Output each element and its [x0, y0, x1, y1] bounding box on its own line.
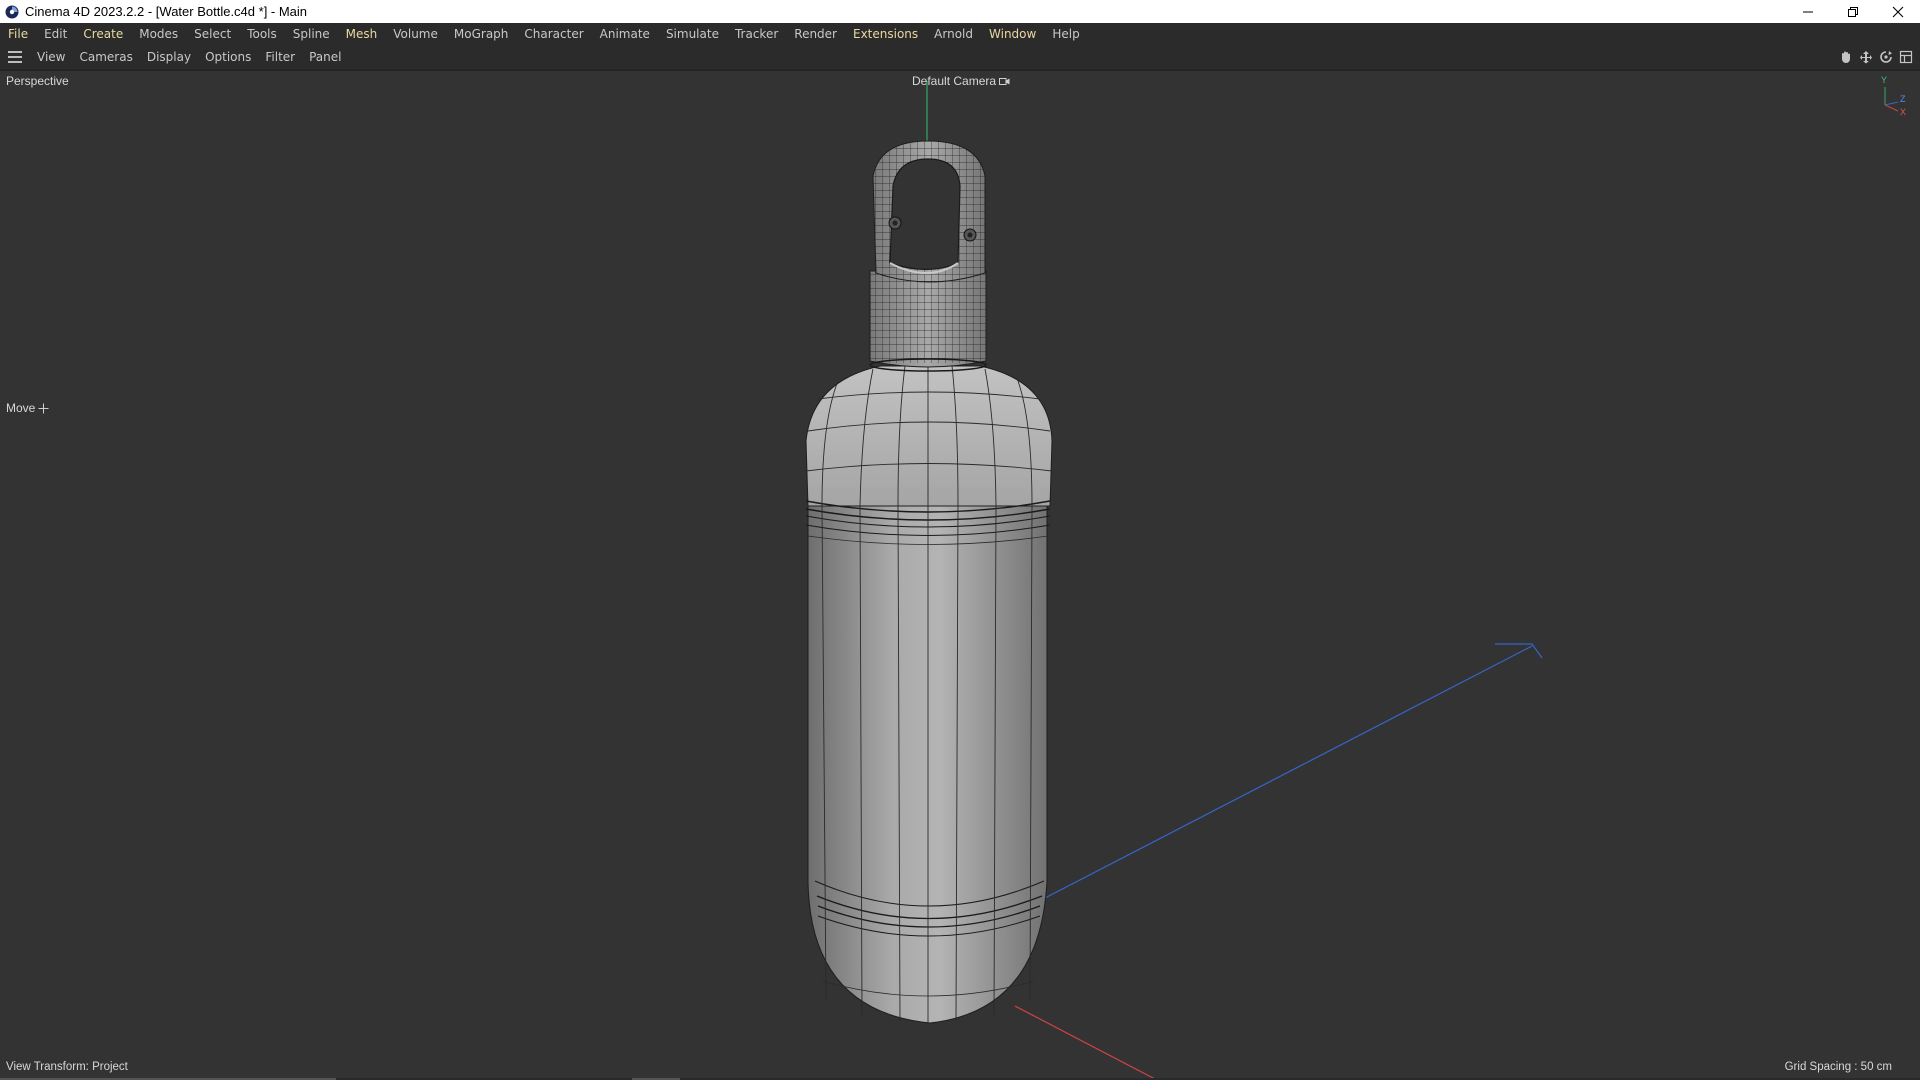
axis-label-x: X: [1900, 107, 1907, 117]
world-axis-z: [1044, 645, 1533, 899]
minimize-button[interactable]: [1785, 0, 1830, 23]
menu-tracker[interactable]: Tracker: [727, 23, 786, 45]
menu-tools[interactable]: Tools: [239, 23, 285, 45]
menu-extensions[interactable]: Extensions: [845, 23, 926, 45]
menu-file[interactable]: File: [0, 23, 36, 45]
grid-spacing-label: Grid Spacing : 50 cm: [1784, 1061, 1892, 1073]
window-title: Cinema 4D 2023.2.2 - [Water Bottle.c4d *…: [25, 4, 308, 19]
menu-simulate[interactable]: Simulate: [658, 23, 727, 45]
camera-name: Default Camera: [912, 74, 997, 88]
viewport-menu-cameras[interactable]: Cameras: [72, 45, 139, 70]
move-arrows-icon[interactable]: [1858, 49, 1874, 65]
tool-label: Move: [6, 401, 49, 415]
minimize-icon: [1802, 11, 1813, 12]
restore-icon: [1847, 6, 1858, 17]
menu-mograph[interactable]: MoGraph: [446, 23, 517, 45]
view-transform-label: View Transform: Project: [6, 1061, 128, 1073]
viewport-menu-bar: View Cameras Display Options Filter Panel: [0, 45, 1920, 70]
viewport-menu-display[interactable]: Display: [140, 45, 198, 70]
axis-gizmo: [1884, 87, 1899, 112]
menu-mesh[interactable]: Mesh: [338, 23, 386, 45]
perspective-viewport[interactable]: Perspective Default Camera Move Y Z X Vi…: [0, 70, 1920, 1078]
viewport-menu-filter[interactable]: Filter: [258, 45, 302, 70]
menu-arnold[interactable]: Arnold: [926, 23, 981, 45]
viewport-hamburger-icon[interactable]: [8, 51, 22, 63]
scene-canvas: [805, 81, 1899, 1078]
move-tool-icon: [38, 403, 49, 413]
bottle-mesh: [805, 140, 1053, 1024]
viewport-menu-options[interactable]: Options: [198, 45, 258, 70]
window-titlebar: Cinema 4D 2023.2.2 - [Water Bottle.c4d *…: [0, 0, 1920, 23]
menu-help[interactable]: Help: [1044, 23, 1087, 45]
world-axis-z-tick: [1495, 643, 1543, 659]
axis-label-z: Z: [1900, 94, 1906, 104]
menu-window[interactable]: Window: [981, 23, 1044, 45]
hand-pan-icon[interactable]: [1838, 49, 1854, 65]
menu-animate[interactable]: Animate: [592, 23, 658, 45]
axis-label-y: Y: [1881, 75, 1888, 85]
tool-name: Move: [6, 401, 36, 415]
close-button[interactable]: [1875, 0, 1920, 23]
viewport-menu-view[interactable]: View: [30, 45, 72, 70]
world-axis-x: [1014, 1005, 1155, 1078]
main-menu-bar: File Edit Create Modes Select Tools Spline Mesh…: [0, 23, 1920, 45]
camera-icon: [999, 77, 1010, 85]
menu-render[interactable]: Render: [786, 23, 845, 45]
projection-label[interactable]: Perspective: [6, 74, 69, 88]
viewport-menu-items: View Cameras Display Options Filter Panel: [30, 45, 348, 70]
close-icon: [1892, 6, 1903, 17]
menu-modes[interactable]: Modes: [131, 23, 186, 45]
menu-select[interactable]: Select: [186, 23, 239, 45]
menu-character[interactable]: Character: [516, 23, 591, 45]
menu-create[interactable]: Create: [75, 23, 131, 45]
viewport-menu-panel[interactable]: Panel: [302, 45, 348, 70]
rotate-icon[interactable]: [1878, 49, 1894, 65]
menu-volume[interactable]: Volume: [385, 23, 446, 45]
cinema4d-logo-icon: [5, 5, 19, 18]
restore-button[interactable]: [1830, 0, 1875, 23]
camera-label[interactable]: Default Camera: [912, 74, 1010, 88]
maximize-panel-icon[interactable]: [1898, 49, 1914, 65]
menu-spline[interactable]: Spline: [285, 23, 338, 45]
menu-edit[interactable]: Edit: [36, 23, 75, 45]
